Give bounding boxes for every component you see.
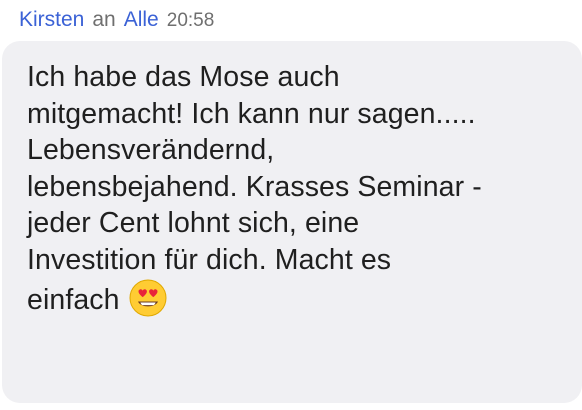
message-text: Ich habe das Mose auch mitgemacht! Ich k… xyxy=(27,59,562,319)
message-line: lebensbejahend. Krasses Seminar - xyxy=(27,170,482,203)
chat-message-panel: Kirsten an Alle 20:58 Ich habe das Mose auc… xyxy=(0,0,582,410)
message-last-line: einfach xyxy=(27,278,562,319)
message-line: Ich habe das Mose auch xyxy=(27,61,340,93)
message-line: Investition für dich. Macht es xyxy=(27,243,392,276)
message-line: mitgemacht! Ich kann nur sagen..... xyxy=(27,97,476,130)
heart-eyes-emoji-icon xyxy=(129,279,167,317)
message-line: Lebensverändernd, xyxy=(27,134,275,166)
message-bubble[interactable]: Ich habe das Mose auch mitgemacht! Ich k… xyxy=(2,41,582,403)
sender-name[interactable]: Kirsten xyxy=(19,8,84,31)
message-timestamp: 20:58 xyxy=(166,10,215,31)
message-header: Kirsten an Alle 20:58 xyxy=(19,6,214,34)
message-line: einfach xyxy=(27,284,120,316)
message-line: jeder Cent lohnt sich, eine xyxy=(27,207,360,239)
recipient-name[interactable]: Alle xyxy=(124,8,159,31)
recipient-connector: an xyxy=(92,8,116,31)
